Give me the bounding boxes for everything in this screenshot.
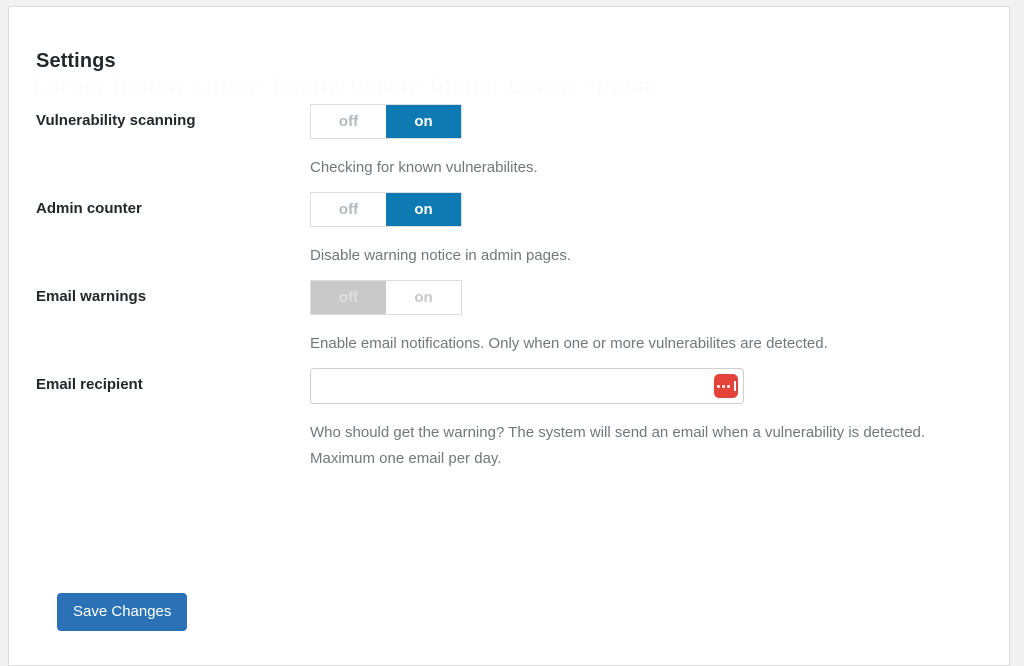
page-title: Settings: [36, 50, 116, 73]
lastpass-dot-3: [727, 385, 730, 388]
lastpass-dot-2: [722, 385, 725, 388]
settings-card: Lorem Ipsum Lorem Ipsum Lorem Ipsum Lore…: [8, 6, 1010, 666]
row-description-admin-counter: Disable warning notice in admin pages.: [310, 243, 950, 269]
save-changes-button[interactable]: Save Changes: [57, 593, 187, 631]
row-description-email-warnings: Enable email notifications. Only when on…: [310, 331, 950, 357]
submit-area: Save Changes: [57, 593, 187, 631]
row-description-vulnerability-scanning: Checking for known vulnerabilites.: [310, 155, 950, 181]
toggle-option-on-vulnerability-scanning[interactable]: on: [386, 105, 461, 138]
row-label-email-warnings: Email warnings: [9, 269, 310, 307]
toggle-email-warnings: off on: [310, 280, 462, 315]
toggle-option-on-email-warnings: on: [386, 281, 461, 314]
row-description-email-recipient: Who should get the warning? The system w…: [310, 420, 950, 472]
lastpass-glyph: [717, 381, 736, 391]
settings-form-table: Vulnerability scanning off on Checking f…: [9, 93, 1009, 472]
email-recipient-input[interactable]: [310, 368, 744, 404]
toggle-option-on-admin-counter[interactable]: on: [386, 193, 461, 226]
row-field-vulnerability-scanning: off on Checking for known vulnerabilites…: [310, 93, 1009, 181]
row-field-email-warnings: off on Enable email notifications. Only …: [310, 269, 1009, 357]
settings-row-email-recipient: Email recipient Who should get the warni…: [9, 357, 1009, 472]
toggle-vulnerability-scanning[interactable]: off on: [310, 104, 462, 139]
row-field-email-recipient: Who should get the warning? The system w…: [310, 357, 1009, 472]
lastpass-cursor-bar: [734, 381, 736, 391]
toggle-option-off-vulnerability-scanning[interactable]: off: [311, 105, 386, 138]
toggle-option-off-admin-counter[interactable]: off: [311, 193, 386, 226]
email-recipient-input-wrap: [310, 368, 744, 404]
row-label-admin-counter: Admin counter: [9, 181, 310, 219]
toggle-option-off-email-warnings: off: [311, 281, 386, 314]
toggle-admin-counter[interactable]: off on: [310, 192, 462, 227]
settings-row-vulnerability-scanning: Vulnerability scanning off on Checking f…: [9, 93, 1009, 181]
settings-row-email-warnings: Email warnings off on Enable email notif…: [9, 269, 1009, 357]
lastpass-dot-1: [717, 385, 720, 388]
settings-row-admin-counter: Admin counter off on Disable warning not…: [9, 181, 1009, 269]
row-field-admin-counter: off on Disable warning notice in admin p…: [310, 181, 1009, 269]
lastpass-icon[interactable]: [714, 374, 738, 398]
row-label-vulnerability-scanning: Vulnerability scanning: [9, 93, 310, 131]
row-label-email-recipient: Email recipient: [9, 357, 310, 395]
